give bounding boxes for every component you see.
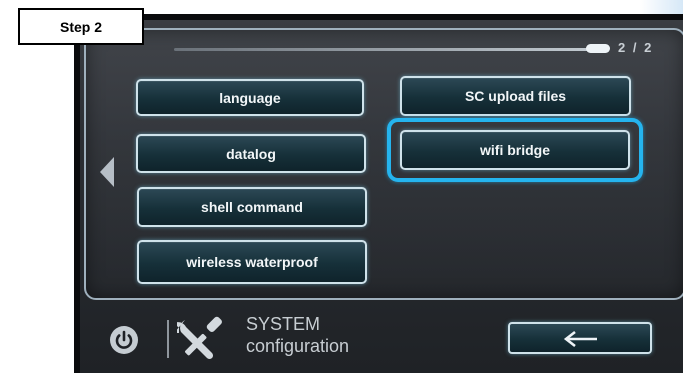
power-icon: [115, 330, 133, 349]
tools-icon: [177, 316, 222, 360]
previous-page-arrow-icon[interactable]: [100, 157, 114, 187]
sc-upload-files-button[interactable]: SC upload files: [400, 76, 631, 116]
footer-title: SYSTEM: [246, 314, 321, 334]
shell-command-button[interactable]: shell command: [137, 187, 367, 227]
datalog-button[interactable]: datalog: [136, 134, 366, 173]
wireless-waterproof-button[interactable]: wireless waterproof: [137, 240, 367, 284]
wifi-bridge-button[interactable]: wifi bridge: [400, 130, 630, 170]
back-arrow-icon: [563, 330, 597, 348]
page-progress-thumb: [586, 44, 610, 53]
page-indicator: 2 / 2: [618, 40, 654, 55]
step-label: Step 2: [18, 8, 144, 45]
power-button[interactable]: [110, 326, 138, 354]
footer-subtitle: configuration: [246, 336, 350, 356]
language-button[interactable]: language: [136, 79, 364, 116]
footer-divider: [167, 320, 169, 358]
page-progress-track: [174, 48, 598, 51]
back-button[interactable]: [508, 322, 652, 354]
